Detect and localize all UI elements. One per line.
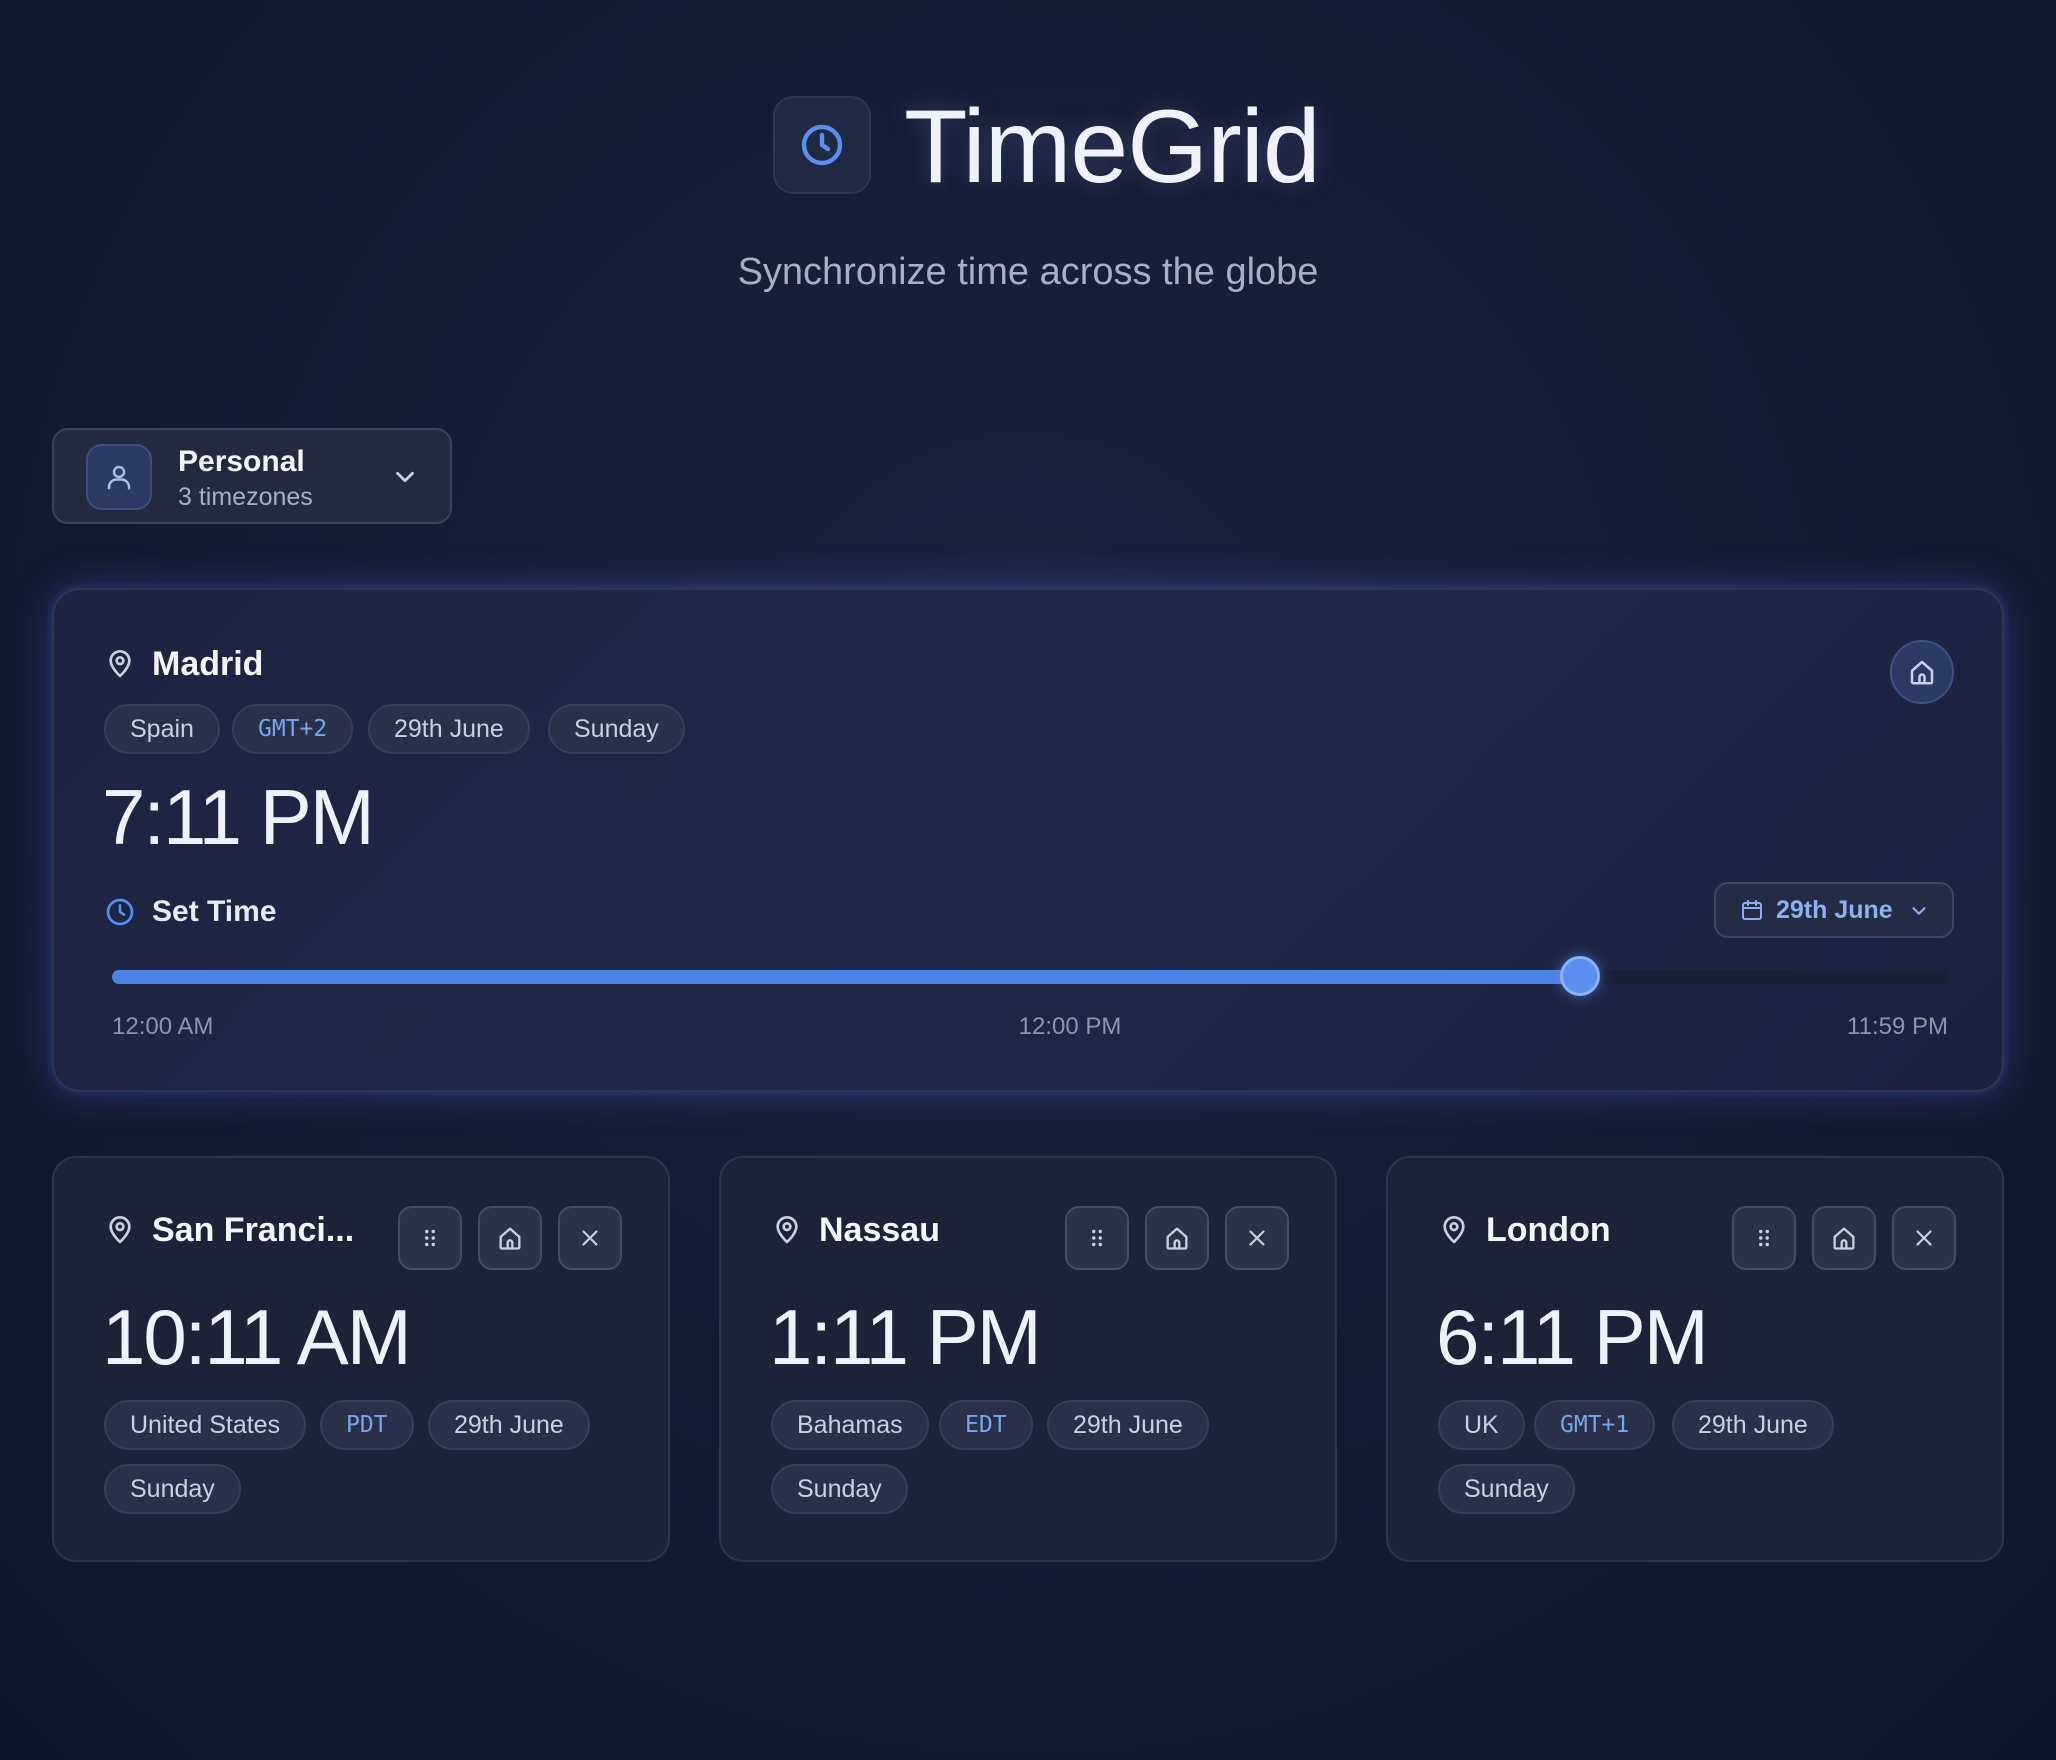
chevron-down-icon — [396, 471, 414, 483]
remove-timezone-button[interactable] — [558, 1206, 622, 1270]
timezone-pill: PDT — [320, 1400, 414, 1450]
app-subtitle: Synchronize time across the globe — [737, 251, 1319, 293]
timezone-card: Nassau 1:11 PM Bahamas EDT 29th June Sun… — [719, 1156, 1337, 1562]
calendar-icon — [1742, 900, 1762, 920]
clock-icon — [801, 124, 843, 166]
city-name: Madrid — [152, 645, 264, 683]
map-pin-icon — [109, 650, 131, 678]
clock-icon — [106, 898, 134, 926]
country-pill: United States — [104, 1400, 307, 1450]
set-home-button[interactable] — [478, 1206, 542, 1270]
timezone-pill: GMT+2 — [232, 704, 354, 754]
weekday-pill: Sunday — [548, 704, 685, 754]
drag-handle-button[interactable] — [1732, 1206, 1796, 1270]
city-name: London — [1486, 1211, 1611, 1249]
weekday-pill: Sunday — [104, 1464, 241, 1514]
country-pill: UK — [1438, 1400, 1525, 1450]
home-timezone-card: Madrid Spain GMT+2 29th June Sunday 7:11… — [52, 588, 2004, 1092]
timezone-card: London 6:11 PM UK GMT+1 29th June Sunday — [1386, 1156, 2004, 1562]
map-pin-icon — [776, 1216, 798, 1244]
slider-start-label: 12:00 AM — [112, 1013, 214, 1040]
date-pill: 29th June — [368, 704, 530, 754]
slider-mid-label: 12:00 PM — [1018, 1013, 1122, 1040]
time-slider-thumb[interactable] — [1559, 956, 1600, 996]
map-pin-icon — [1443, 1216, 1465, 1244]
home-icon — [1833, 1227, 1855, 1250]
date-pill: 29th June — [428, 1400, 590, 1450]
user-icon — [107, 465, 131, 490]
timezone-card: San Franci... 10:11 AM United States PDT… — [52, 1156, 670, 1562]
grip-vertical-icon — [1759, 1229, 1769, 1247]
home-icon — [1166, 1227, 1188, 1250]
group-timezone-count: 3 timezones — [178, 483, 313, 511]
map-pin-icon — [109, 1216, 131, 1244]
date-picker-button[interactable]: 29th June — [1714, 882, 1954, 938]
group-avatar — [86, 444, 152, 510]
set-home-button[interactable] — [1145, 1206, 1209, 1270]
zone-time: 1:11 PM — [769, 1293, 1042, 1381]
app-title: TimeGrid — [904, 89, 1321, 205]
app-logo — [773, 96, 871, 194]
zone-time: 10:11 AM — [102, 1293, 412, 1381]
date-picker-label: 29th June — [1776, 896, 1893, 924]
close-icon — [1249, 1230, 1265, 1246]
city-name: Nassau — [819, 1211, 940, 1249]
remove-timezone-button[interactable] — [1225, 1206, 1289, 1270]
weekday-pill: Sunday — [771, 1464, 908, 1514]
weekday-pill: Sunday — [1438, 1464, 1575, 1514]
zone-time: 6:11 PM — [1436, 1293, 1709, 1381]
grip-vertical-icon — [1092, 1229, 1102, 1247]
close-icon — [1916, 1230, 1932, 1246]
remove-timezone-button[interactable] — [1892, 1206, 1956, 1270]
chevron-down-icon — [1912, 907, 1926, 915]
country-pill: Bahamas — [771, 1400, 929, 1450]
group-name: Personal — [178, 445, 305, 478]
set-home-button[interactable] — [1812, 1206, 1876, 1270]
drag-handle-button[interactable] — [398, 1206, 462, 1270]
timezone-pill: EDT — [939, 1400, 1033, 1450]
date-pill: 29th June — [1047, 1400, 1209, 1450]
city-name: San Franci... — [152, 1211, 355, 1249]
timezone-pill: GMT+1 — [1534, 1400, 1656, 1450]
time-slider-fill — [112, 970, 1580, 984]
close-icon — [582, 1230, 598, 1246]
current-time: 7:11 PM — [102, 773, 375, 861]
set-time-label: Set Time — [152, 895, 277, 928]
country-pill: Spain — [104, 704, 220, 754]
grip-vertical-icon — [425, 1229, 435, 1247]
date-pill: 29th June — [1672, 1400, 1834, 1450]
slider-end-label: 11:59 PM — [1847, 1013, 1948, 1040]
home-icon — [499, 1227, 521, 1250]
drag-handle-button[interactable] — [1065, 1206, 1129, 1270]
group-selector-dropdown[interactable]: Personal 3 timezones — [52, 428, 452, 524]
home-icon — [1910, 660, 1934, 685]
home-button[interactable] — [1890, 640, 1954, 704]
